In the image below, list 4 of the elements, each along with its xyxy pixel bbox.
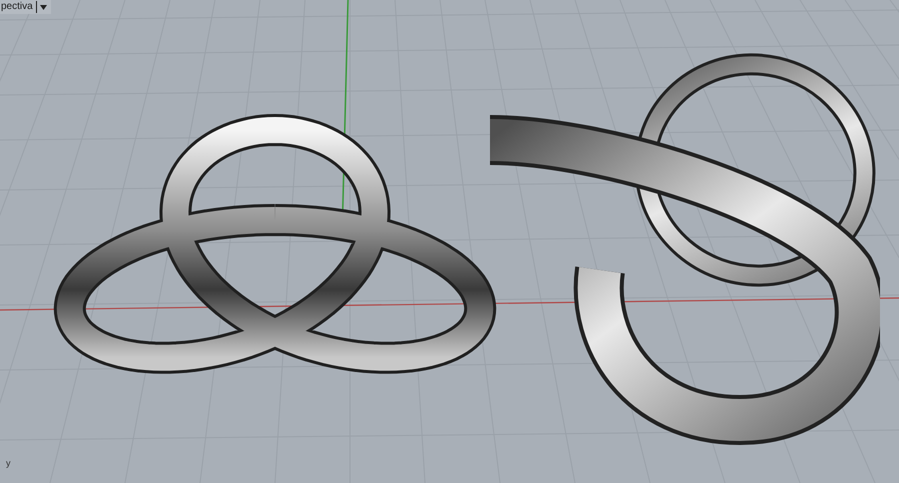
- viewport-title: pectiva: [0, 2, 33, 12]
- dropdown-caret-icon[interactable]: [40, 4, 47, 10]
- axis-label: y: [6, 459, 10, 468]
- viewport-label-tab[interactable]: pectiva: [0, 0, 51, 14]
